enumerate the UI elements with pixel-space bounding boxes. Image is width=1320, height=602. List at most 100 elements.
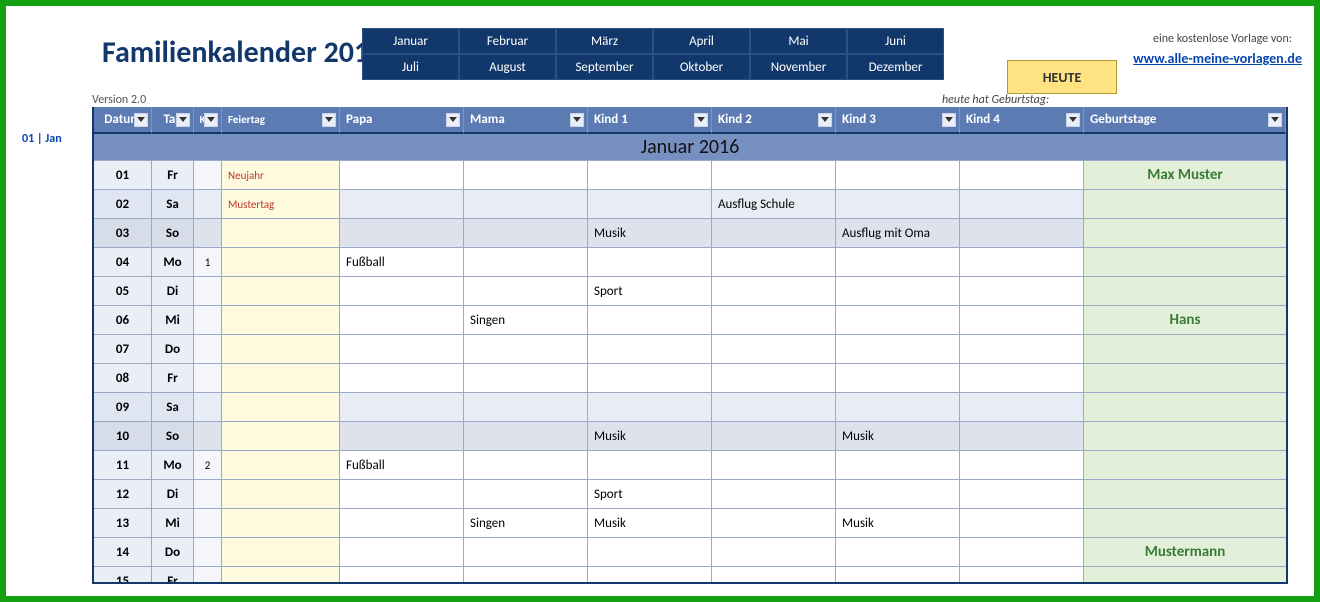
cell-kw[interactable] (194, 509, 222, 538)
cell-kind3[interactable]: Musik (836, 422, 960, 451)
cell-birthday[interactable]: Max Muster (1084, 161, 1286, 190)
cell-day[interactable]: Fr (152, 567, 194, 584)
cell-mama[interactable] (464, 277, 588, 306)
col-mama[interactable]: Mama (464, 107, 588, 134)
filter-icon[interactable] (942, 113, 956, 127)
month-btn-november[interactable]: November (750, 54, 847, 80)
cell-papa[interactable]: Fußball (340, 451, 464, 480)
cell-day[interactable]: Mo (152, 451, 194, 480)
cell-kind1[interactable]: Musik (588, 219, 712, 248)
cell-kind3[interactable] (836, 364, 960, 393)
cell-birthday[interactable] (1084, 219, 1286, 248)
cell-kw[interactable] (194, 422, 222, 451)
cell-kind3[interactable]: Ausflug mit Oma (836, 219, 960, 248)
filter-icon[interactable] (204, 113, 218, 127)
filter-icon[interactable] (818, 113, 832, 127)
cell-kw[interactable] (194, 538, 222, 567)
cell-kind2[interactable] (712, 567, 836, 584)
month-btn-märz[interactable]: März (556, 28, 653, 54)
col-feiertag[interactable]: Feiertag (222, 107, 340, 134)
cell-birthday[interactable] (1084, 480, 1286, 509)
cell-kind1[interactable] (588, 451, 712, 480)
cell-kind2[interactable] (712, 248, 836, 277)
month-btn-dezember[interactable]: Dezember (847, 54, 944, 80)
cell-kind3[interactable]: Musik (836, 509, 960, 538)
cell-birthday[interactable]: Hans (1084, 306, 1286, 335)
col-geburtstage[interactable]: Geburtstage (1084, 107, 1286, 134)
cell-day[interactable]: Fr (152, 161, 194, 190)
cell-birthday[interactable] (1084, 248, 1286, 277)
cell-kind1[interactable] (588, 248, 712, 277)
month-btn-juni[interactable]: Juni (847, 28, 944, 54)
cell-birthday[interactable]: Mustermann (1084, 538, 1286, 567)
cell-kind3[interactable] (836, 567, 960, 584)
cell-kind1[interactable] (588, 393, 712, 422)
cell-kind3[interactable] (836, 161, 960, 190)
cell-date[interactable]: 04 (94, 248, 152, 277)
cell-kind4[interactable] (960, 219, 1084, 248)
cell-kind4[interactable] (960, 364, 1084, 393)
cell-holiday[interactable] (222, 422, 340, 451)
cell-birthday[interactable] (1084, 393, 1286, 422)
cell-mama[interactable] (464, 480, 588, 509)
cell-papa[interactable] (340, 277, 464, 306)
cell-holiday[interactable] (222, 567, 340, 584)
cell-kind3[interactable] (836, 480, 960, 509)
cell-papa[interactable] (340, 219, 464, 248)
cell-papa[interactable] (340, 161, 464, 190)
cell-day[interactable]: Mi (152, 509, 194, 538)
cell-kw[interactable] (194, 480, 222, 509)
cell-kind1[interactable] (588, 335, 712, 364)
cell-mama[interactable] (464, 219, 588, 248)
cell-mama[interactable] (464, 335, 588, 364)
cell-kind1[interactable]: Sport (588, 277, 712, 306)
cell-date[interactable]: 11 (94, 451, 152, 480)
cell-mama[interactable] (464, 393, 588, 422)
cell-mama[interactable] (464, 538, 588, 567)
cell-kind2[interactable] (712, 335, 836, 364)
col-kind4[interactable]: Kind 4 (960, 107, 1084, 134)
cell-kind3[interactable] (836, 335, 960, 364)
cell-date[interactable]: 15 (94, 567, 152, 584)
cell-kind3[interactable] (836, 451, 960, 480)
cell-holiday[interactable]: Mustertag (222, 190, 340, 219)
cell-kw[interactable] (194, 219, 222, 248)
cell-kw[interactable] (194, 567, 222, 584)
col-kind3[interactable]: Kind 3 (836, 107, 960, 134)
filter-icon[interactable] (446, 113, 460, 127)
cell-day[interactable]: Fr (152, 364, 194, 393)
cell-date[interactable]: 01 (94, 161, 152, 190)
cell-kind1[interactable] (588, 364, 712, 393)
cell-mama[interactable] (464, 364, 588, 393)
cell-kind2[interactable] (712, 480, 836, 509)
cell-kw[interactable] (194, 364, 222, 393)
cell-kw[interactable]: 2 (194, 451, 222, 480)
cell-birthday[interactable] (1084, 335, 1286, 364)
col-kw[interactable]: KW (194, 107, 222, 134)
cell-kind3[interactable] (836, 190, 960, 219)
cell-kind1[interactable]: Sport (588, 480, 712, 509)
col-tag[interactable]: Tag (152, 107, 194, 134)
filter-icon[interactable] (570, 113, 584, 127)
cell-birthday[interactable] (1084, 364, 1286, 393)
month-btn-februar[interactable]: Februar (459, 28, 556, 54)
cell-kw[interactable] (194, 190, 222, 219)
filter-icon[interactable] (1066, 113, 1080, 127)
cell-kw[interactable]: 1 (194, 248, 222, 277)
cell-holiday[interactable] (222, 219, 340, 248)
filter-icon[interactable] (134, 113, 148, 127)
cell-papa[interactable] (340, 190, 464, 219)
cell-holiday[interactable] (222, 393, 340, 422)
cell-kind4[interactable] (960, 567, 1084, 584)
cell-kind2[interactable] (712, 451, 836, 480)
cell-kind1[interactable] (588, 161, 712, 190)
month-btn-april[interactable]: April (653, 28, 750, 54)
cell-papa[interactable] (340, 567, 464, 584)
cell-kind1[interactable] (588, 567, 712, 584)
cell-day[interactable]: Do (152, 538, 194, 567)
cell-kw[interactable] (194, 306, 222, 335)
filter-icon[interactable] (694, 113, 708, 127)
cell-day[interactable]: Sa (152, 190, 194, 219)
cell-mama[interactable] (464, 422, 588, 451)
cell-date[interactable]: 07 (94, 335, 152, 364)
